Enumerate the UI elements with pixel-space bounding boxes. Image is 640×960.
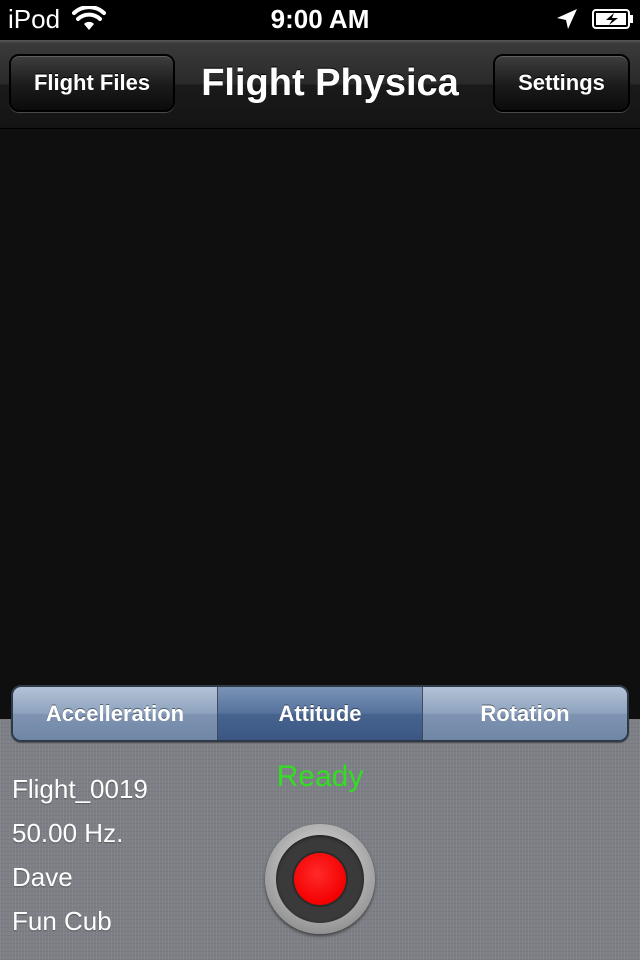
page-title: Flight Physica: [201, 62, 459, 104]
mode-segmented-control: Accelleration Attitude Rotation: [11, 685, 629, 742]
status-bar: iPod 9:00 AM: [0, 0, 640, 40]
clock: 9:00 AM: [270, 4, 370, 34]
navigation-bar: Flight Files Flight Physica Settings: [0, 40, 640, 129]
segment-rotation[interactable]: Rotation: [423, 687, 627, 740]
pilot-name: Dave: [12, 862, 73, 892]
segment-attitude[interactable]: Attitude: [218, 687, 423, 740]
record-button[interactable]: [265, 824, 375, 934]
flight-name: Flight_0019: [12, 774, 148, 804]
record-button-ring: [276, 835, 364, 923]
location-arrow-icon: [557, 9, 577, 29]
segment-accelleration[interactable]: Accelleration: [13, 687, 218, 740]
app-screen: iPod 9:00 AM Flight Files Flight Physica…: [0, 0, 640, 960]
flight-files-button[interactable]: Flight Files: [9, 54, 175, 112]
display-area: [0, 129, 640, 719]
sample-rate: 50.00 Hz.: [12, 818, 124, 848]
aircraft-name: Fun Cub: [12, 906, 112, 936]
status-label: Ready: [276, 760, 364, 793]
record-icon: [294, 853, 346, 905]
settings-button[interactable]: Settings: [493, 54, 630, 112]
battery-charging-icon: [592, 9, 633, 29]
